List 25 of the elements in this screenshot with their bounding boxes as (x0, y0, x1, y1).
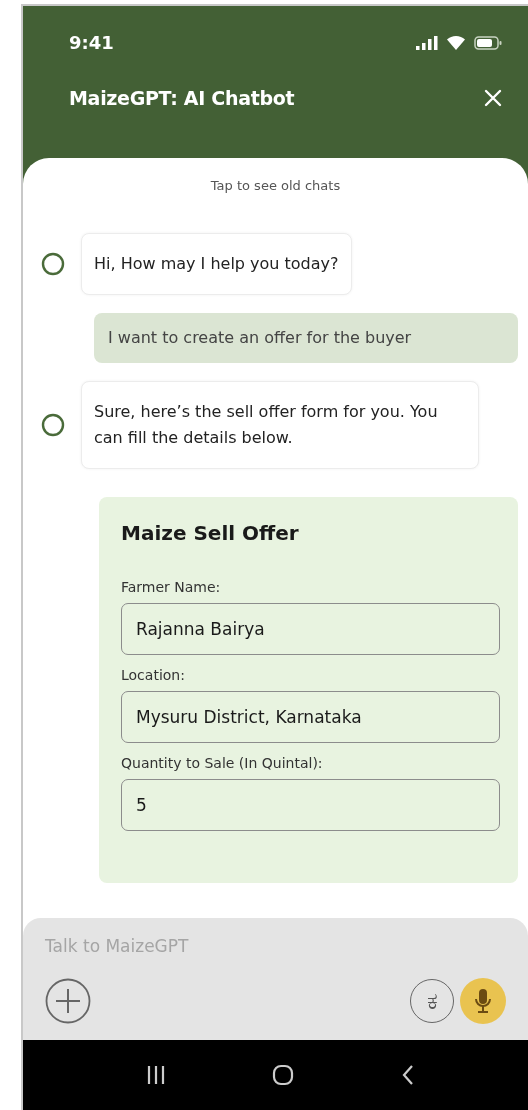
field-label: Quantity to Sale (In Quintal): (121, 755, 324, 771)
add-icon[interactable] (45, 978, 91, 1024)
bot-message: Sure, here’s the sell offer form for you. You can fill the details below. (81, 381, 479, 469)
field-label: Farmer Name: (121, 579, 222, 595)
back-icon[interactable] (400, 1064, 415, 1086)
field-label: Location: (121, 667, 186, 683)
input-field[interactable]: Rajanna Bairya (121, 603, 500, 655)
mic-button[interactable] (460, 978, 506, 1024)
chat-title: MaizeGPT: AI Chatbot (69, 87, 295, 109)
close-icon[interactable] (484, 89, 502, 107)
signal-icon (416, 35, 438, 50)
bot-avatar-icon (41, 413, 65, 437)
home-icon[interactable] (272, 1064, 295, 1086)
input-field[interactable]: Mysuru District, Karnataka (121, 691, 500, 743)
input-field[interactable]: 5 (121, 779, 500, 831)
old-chats-link[interactable]: Tap to see old chats (210, 178, 341, 193)
microphone-icon (474, 989, 492, 1013)
bot-message: Hi, How may I help you today? (81, 233, 352, 295)
wifi-icon (446, 35, 466, 50)
battery-icon (474, 35, 502, 50)
status-time: 9:41 (69, 32, 114, 53)
bot-avatar-icon (41, 252, 65, 276)
form-title: Maize Sell Offer (121, 521, 300, 545)
user-message: I want to create an offer for the buyer (94, 313, 518, 363)
recent-apps-icon[interactable] (146, 1065, 167, 1085)
